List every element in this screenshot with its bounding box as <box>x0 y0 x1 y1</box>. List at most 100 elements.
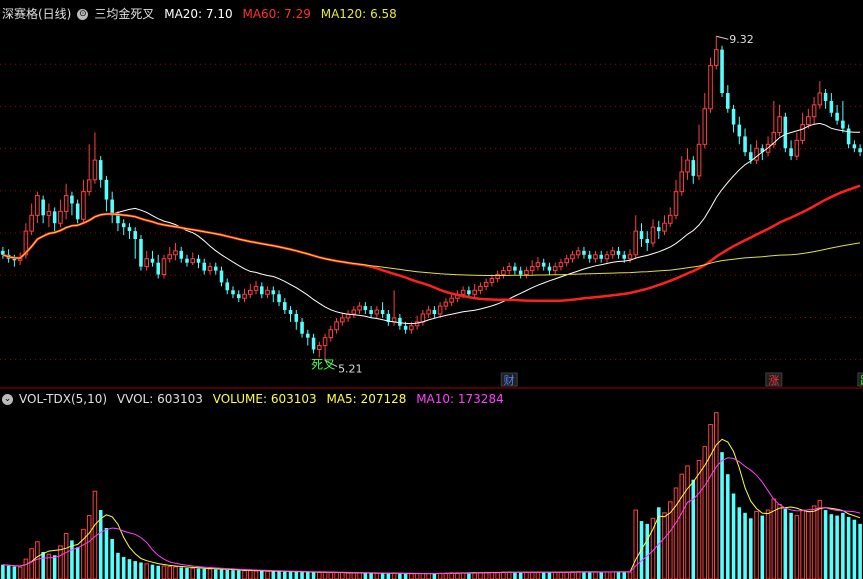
candle-up <box>357 305 362 311</box>
candle-down <box>41 199 45 216</box>
candle-up <box>328 329 334 339</box>
volume-bar-up <box>754 510 759 579</box>
candle-down <box>219 270 224 283</box>
candle-up <box>409 325 414 331</box>
volume-bar-up <box>794 515 800 579</box>
volume-bar-down <box>403 573 408 579</box>
volume-bar-up <box>29 548 34 579</box>
candle-down <box>731 108 736 125</box>
volume-bar-down <box>150 564 155 579</box>
candle-up <box>696 143 702 177</box>
volume-bar-down <box>616 571 621 579</box>
annotations: 9.325.21死叉财涨跌 <box>311 33 863 387</box>
volume-bar-down <box>75 547 80 579</box>
candle-down <box>150 258 155 263</box>
volume-bar-down <box>398 573 402 579</box>
candle-down <box>294 313 299 322</box>
candle-down <box>288 310 293 314</box>
candle-up <box>35 195 40 216</box>
candle-up <box>667 214 673 224</box>
volume-bar-up <box>806 510 811 579</box>
volume-bar-down <box>1 564 5 579</box>
volume-label: VOLUME: 603103 <box>212 392 317 406</box>
volume-bar-up <box>593 571 598 579</box>
candle-down <box>737 124 742 137</box>
candle-down <box>259 286 264 295</box>
volume-bar-down <box>225 569 230 579</box>
high-pointer <box>716 35 729 40</box>
candle-down <box>829 100 834 113</box>
volume-bar-up <box>685 465 690 579</box>
candle-down <box>783 116 788 149</box>
volume-bar-up <box>144 563 149 579</box>
volume-bar-up <box>679 473 685 579</box>
candle-up <box>173 250 178 256</box>
candle-up <box>247 289 253 295</box>
candle-down <box>403 325 408 330</box>
ma20-value: 7.10 <box>205 7 233 21</box>
candle-down <box>656 227 661 232</box>
volume-bar-down <box>41 551 45 579</box>
volume-bar-down <box>691 479 696 579</box>
volume-bar-up <box>167 566 173 579</box>
candle-up <box>529 266 535 272</box>
candle-up <box>524 270 529 276</box>
settings-circle-icon[interactable]: ⊙ <box>77 9 89 20</box>
stock-name[interactable]: 深赛格(日线) <box>2 7 71 21</box>
volume-bar-up <box>374 572 380 579</box>
volume-bar-up <box>604 571 610 579</box>
volume-bar-down <box>599 572 604 579</box>
candle-up <box>265 289 270 295</box>
ma120-line <box>2 213 861 276</box>
vol-ma10-line <box>2 457 861 574</box>
volume-bar-up <box>391 572 397 579</box>
candle-down <box>467 290 471 295</box>
volume-bar-up <box>247 570 253 579</box>
volume-bar-up <box>575 571 581 579</box>
volume-bar-up <box>322 571 328 579</box>
volume-bar-up <box>173 566 178 579</box>
candle-up <box>351 309 357 315</box>
candle-down <box>213 266 218 271</box>
vvol-label: VVOL: 603103 <box>116 392 203 406</box>
candle-down <box>547 266 552 271</box>
candle-up <box>340 317 345 323</box>
volume-bar-up <box>317 571 322 579</box>
candle-up <box>374 309 380 315</box>
volume-bar-down <box>185 567 189 579</box>
high-label: 9.32 <box>729 33 754 46</box>
candle-up <box>449 297 454 303</box>
ma20-label: MA20: 7.10 <box>164 7 233 21</box>
marker-label: 涨 <box>768 374 779 387</box>
candle-up <box>460 289 466 295</box>
candle-up <box>29 214 34 232</box>
candle-down <box>98 160 103 180</box>
indicator-name[interactable]: 三均金死叉 <box>94 7 154 21</box>
candle-down <box>582 250 586 255</box>
volume-bar-down <box>196 568 201 579</box>
volume-panel <box>1 412 862 579</box>
volume-bar-down <box>288 571 293 579</box>
price-header: 深赛格(日线) ⊙ 三均金死叉 MA20: 7.10 MA60: 7.29 MA12… <box>2 5 403 22</box>
candle-down <box>369 310 373 314</box>
candle-up <box>167 254 173 260</box>
vol-indicator-name[interactable]: VOL-TDX(5,10) <box>19 392 107 406</box>
candle-down <box>858 148 862 153</box>
volume-bar-down <box>587 572 592 579</box>
candle-down <box>116 215 120 224</box>
volume-bar-down <box>121 556 126 579</box>
volume-bar-up <box>409 573 414 579</box>
candle-down <box>691 160 696 176</box>
candle-down <box>127 227 132 232</box>
candle-up <box>322 337 328 347</box>
ma60-label: MA60: 7.29 <box>242 7 311 21</box>
volume-bar-up <box>817 499 823 579</box>
candle-down <box>743 136 747 153</box>
volume-bar-down <box>306 572 310 579</box>
candle-up <box>144 258 149 268</box>
candle-up <box>575 250 581 256</box>
volume-bar-up <box>535 571 541 579</box>
settings-circle-icon[interactable]: ⌄ <box>2 394 13 405</box>
volume-bar-down <box>294 571 299 579</box>
candle-up <box>443 301 449 307</box>
